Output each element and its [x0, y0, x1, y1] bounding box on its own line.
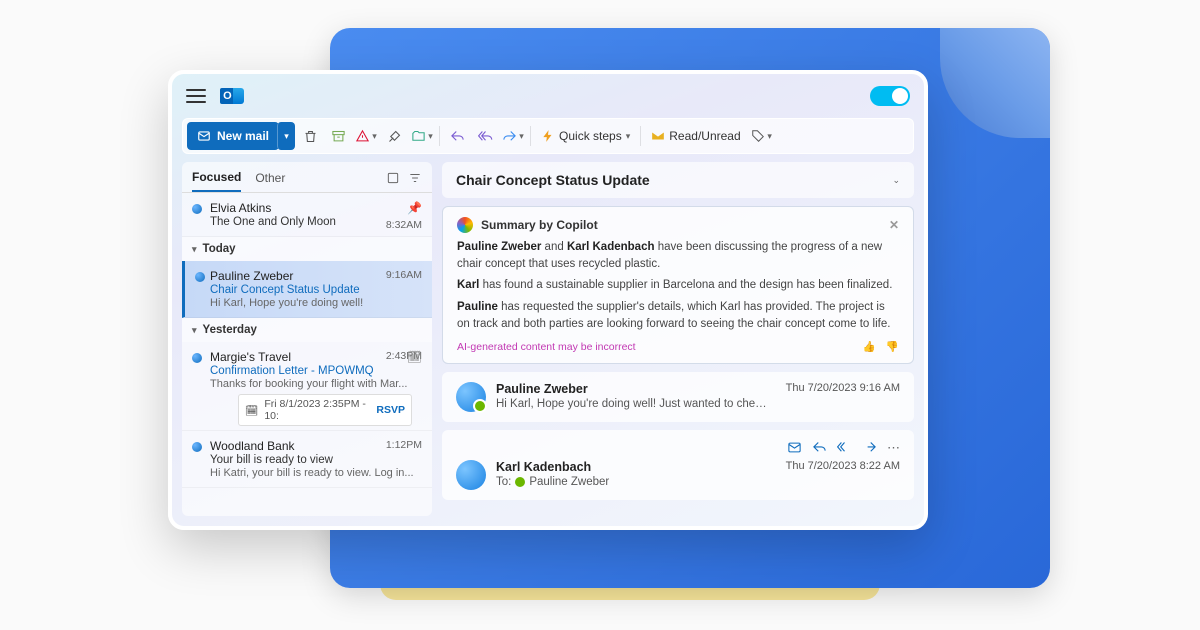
- group-yesterday[interactable]: ▾ Yesterday: [182, 318, 432, 342]
- message-card[interactable]: ⋯ Karl Kadenbach To: Pauline Zweber Thu …: [442, 430, 914, 500]
- forward-icon[interactable]: ▾: [500, 122, 526, 150]
- tab-focused[interactable]: Focused: [192, 170, 241, 192]
- unread-dot-icon: [192, 204, 202, 214]
- copilot-summary: Summary by Copilot ✕ Pauline Zweber and …: [442, 206, 914, 364]
- pin-icon: 📌: [407, 201, 422, 215]
- reading-subject-bar[interactable]: Chair Concept Status Update ⌄: [442, 162, 914, 198]
- message-actions: ⋯: [456, 440, 900, 456]
- quick-steps-label: Quick steps: [559, 129, 622, 143]
- mail-item[interactable]: Woodland Bank Your bill is ready to view…: [182, 431, 432, 488]
- more-icon[interactable]: ⋯: [887, 440, 900, 456]
- message-sender: Pauline Zweber: [496, 382, 768, 396]
- copilot-disclaimer: AI-generated content may be incorrect: [457, 341, 636, 353]
- calendar-icon: 🗓: [407, 350, 422, 364]
- copilot-paragraph: Pauline has requested the supplier's det…: [457, 299, 899, 332]
- rsvp-bar[interactable]: 🗓 Fri 8/1/2023 2:35PM - 10: RSVP: [238, 394, 412, 426]
- theme-toggle[interactable]: [870, 86, 910, 106]
- copilot-paragraph: Karl has found a sustainable supplier in…: [457, 277, 899, 294]
- delete-icon[interactable]: [297, 122, 323, 150]
- new-mail-label: New mail: [217, 129, 269, 143]
- bolt-icon: [541, 129, 555, 143]
- read-icon[interactable]: [787, 440, 802, 456]
- message-to: To: Pauline Zweber: [496, 476, 768, 488]
- copilot-title: Summary by Copilot: [481, 218, 598, 232]
- sweep-icon[interactable]: [381, 122, 407, 150]
- read-unread-label: Read/Unread: [669, 129, 740, 143]
- quick-steps-button[interactable]: Quick steps ▾: [535, 122, 636, 150]
- group-today[interactable]: ▾ Today: [182, 237, 432, 261]
- inbox-tabs: Focused Other: [182, 162, 432, 193]
- group-label: Yesterday: [203, 324, 257, 336]
- outlook-logo: O: [220, 84, 244, 108]
- avatar: [456, 382, 486, 412]
- tab-other[interactable]: Other: [255, 171, 285, 191]
- unread-dot-icon: [192, 442, 202, 452]
- reply-icon[interactable]: [812, 440, 827, 456]
- message-date: Thu 7/20/2023 9:16 AM: [786, 382, 900, 394]
- thumbs-up-icon[interactable]: 👍: [863, 340, 876, 353]
- copilot-paragraph: Pauline Zweber and Karl Kadenbach have b…: [457, 239, 899, 272]
- reply-all-icon[interactable]: [837, 440, 852, 456]
- mail-time: 8:32AM: [386, 219, 422, 231]
- mail-subject: Chair Concept Status Update: [210, 284, 422, 296]
- new-mail-dropdown[interactable]: ▾: [277, 122, 295, 150]
- chevron-down-icon[interactable]: ⌄: [892, 175, 900, 186]
- rsvp-button[interactable]: RSVP: [376, 404, 405, 416]
- thumbs-down-icon[interactable]: 👎: [886, 340, 899, 353]
- unread-dot-icon: [195, 272, 205, 282]
- chevron-down-icon: ▾: [192, 325, 197, 336]
- outlook-window: O New mail ▾ ▾ ▾ ▾ Quick steps ▾ Read/Un…: [168, 70, 928, 530]
- move-icon[interactable]: ▾: [409, 122, 435, 150]
- mail-item-selected[interactable]: Pauline Zweber Chair Concept Status Upda…: [182, 261, 432, 318]
- tag-icon[interactable]: ▾: [749, 122, 775, 150]
- mail-item[interactable]: Margie's Travel Confirmation Letter - MP…: [182, 342, 432, 431]
- unread-dot-icon: [192, 353, 202, 363]
- mail-preview: Hi Katri, your bill is ready to view. Lo…: [210, 467, 422, 479]
- copilot-icon: [457, 217, 473, 233]
- message-card[interactable]: Pauline Zweber Hi Karl, Hope you're doin…: [442, 372, 914, 422]
- rsvp-date: Fri 8/1/2023 2:35PM - 10:: [264, 398, 370, 422]
- calendar-icon: 🗓: [245, 404, 258, 417]
- mail-subject: Confirmation Letter - MPOWMQ: [210, 365, 422, 377]
- new-mail-button[interactable]: New mail: [187, 122, 279, 150]
- reading-subject: Chair Concept Status Update: [456, 172, 650, 188]
- mail-preview: Thanks for booking your flight with Mar.…: [210, 378, 422, 390]
- mail-icon: [197, 129, 211, 143]
- mail-time: 9:16AM: [386, 269, 422, 281]
- message-list-pane: Focused Other Elvia Atkins The One and O…: [182, 162, 432, 516]
- reading-pane: Chair Concept Status Update ⌄ Summary by…: [442, 162, 914, 516]
- title-bar: O: [172, 74, 924, 118]
- message-preview: Hi Karl, Hope you're doing well! Just wa…: [496, 398, 768, 410]
- avatar: [456, 460, 486, 490]
- reply-all-icon[interactable]: [472, 122, 498, 150]
- read-unread-button[interactable]: Read/Unread: [645, 122, 746, 150]
- filter-icon[interactable]: [408, 171, 422, 185]
- mail-sender: Elvia Atkins: [210, 201, 422, 215]
- archive-icon[interactable]: [325, 122, 351, 150]
- group-label: Today: [203, 243, 236, 255]
- presence-icon: [515, 477, 525, 487]
- chevron-down-icon: ▾: [192, 244, 197, 255]
- mail-subject: Your bill is ready to view: [210, 454, 422, 466]
- forward-icon[interactable]: [862, 440, 877, 456]
- select-mode-icon[interactable]: [386, 171, 400, 185]
- message-date: Thu 7/20/2023 8:22 AM: [786, 460, 900, 472]
- close-icon[interactable]: ✕: [889, 218, 899, 232]
- envelope-icon: [651, 129, 665, 143]
- mail-item[interactable]: Elvia Atkins The One and Only Moon 📌 8:3…: [182, 193, 432, 237]
- report-icon[interactable]: ▾: [353, 122, 379, 150]
- mail-time: 1:12PM: [386, 439, 422, 451]
- toolbar: New mail ▾ ▾ ▾ ▾ Quick steps ▾ Read/Unre…: [182, 118, 914, 154]
- mail-preview: Hi Karl, Hope you're doing well!: [210, 297, 422, 309]
- message-sender: Karl Kadenbach: [496, 460, 768, 474]
- reply-icon[interactable]: [444, 122, 470, 150]
- menu-icon[interactable]: [186, 89, 206, 103]
